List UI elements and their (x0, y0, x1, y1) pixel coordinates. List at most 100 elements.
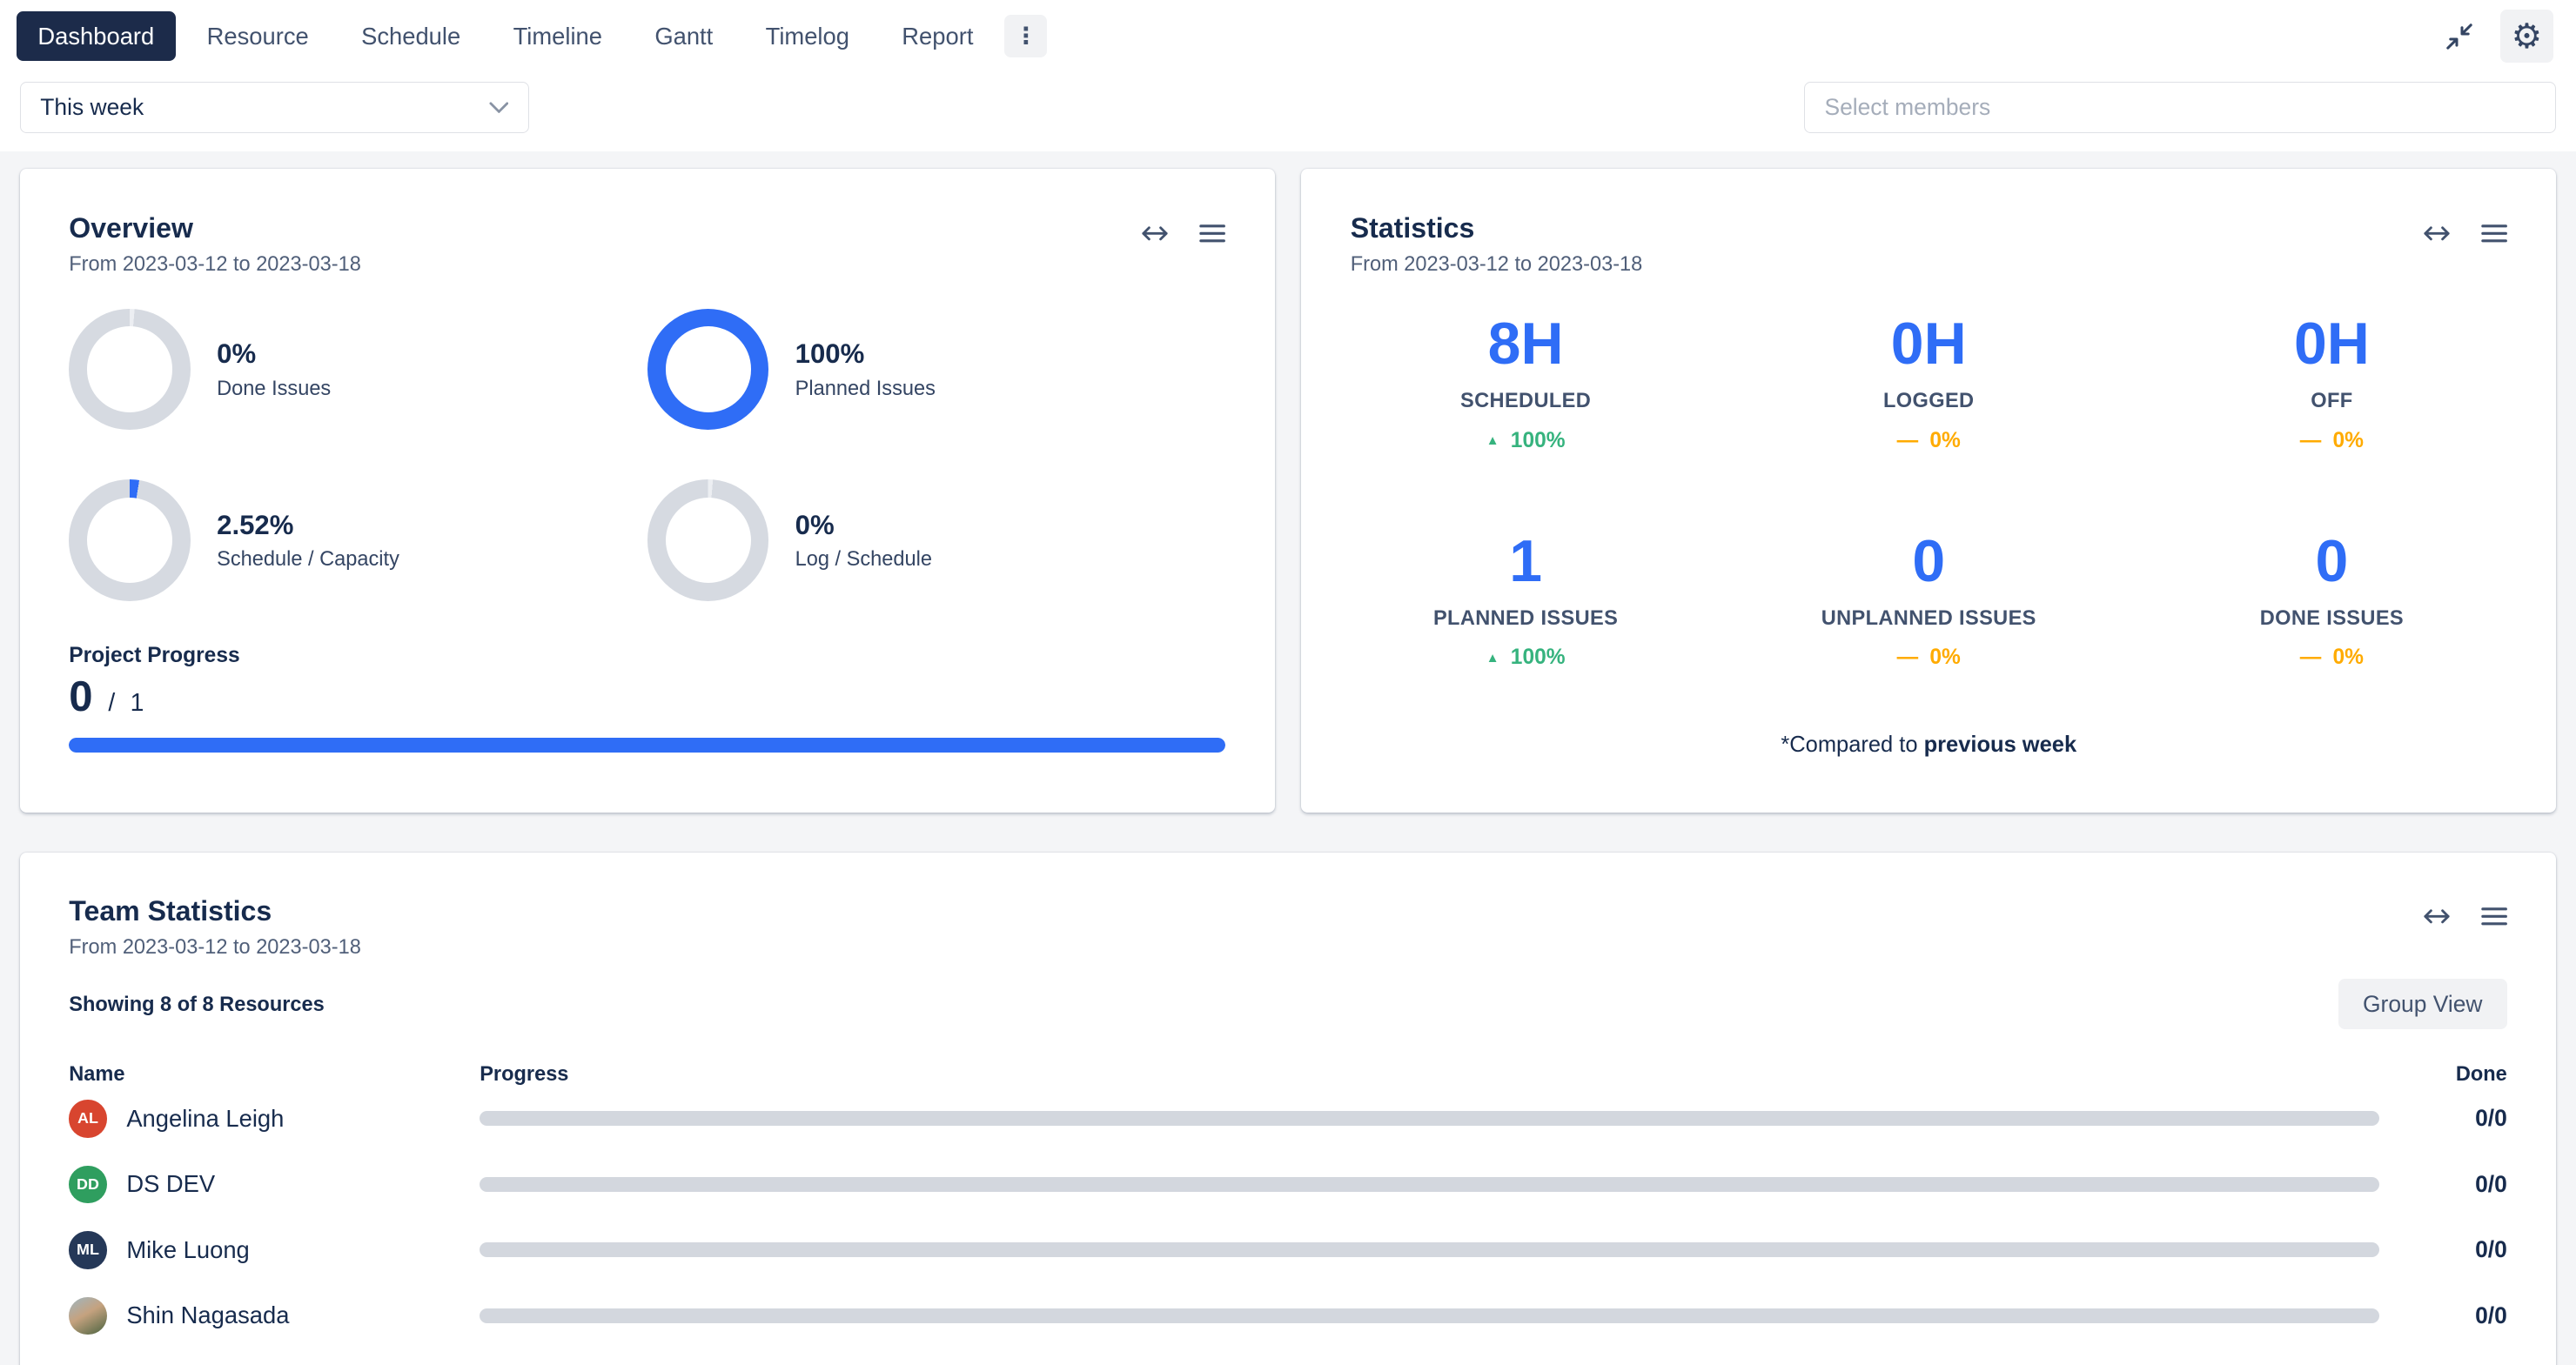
footnote-period: previous week (1924, 733, 2077, 757)
expand-horizontal-icon[interactable] (1140, 224, 1170, 244)
topbar-actions: ⚙ (2445, 10, 2553, 62)
project-progress-label: Project Progress (69, 644, 1225, 668)
member-done-count: 0/0 (2409, 1171, 2507, 1198)
member-name: Angelina Leigh (126, 1105, 284, 1133)
donut-value: 2.52% (217, 510, 399, 541)
tab-report[interactable]: Report (881, 11, 995, 61)
expand-horizontal-icon[interactable] (2422, 224, 2452, 244)
done-separator: / (2488, 1302, 2494, 1328)
group-view-button[interactable]: Group View (2338, 979, 2507, 1030)
tab-gantt[interactable]: Gantt (634, 11, 735, 61)
stat-delta: — 0% (2130, 646, 2533, 670)
member-name: DS DEV (126, 1170, 215, 1198)
stat-label: OFF (2130, 389, 2533, 412)
period-select-value: This week (40, 94, 144, 121)
donut-label: Done Issues (217, 377, 331, 400)
period-select[interactable]: This week (20, 82, 529, 133)
team-row: ML Mike Luong 0/0 (69, 1217, 2507, 1283)
stat-value: 1 (1325, 532, 1727, 592)
team-row: DD DS DEV 0/0 (69, 1152, 2507, 1218)
stat-delta-value: 0% (2333, 646, 2364, 670)
stat-delta: — 0% (1727, 429, 2130, 453)
stat-planned-issues: 1 PLANNED ISSUES ▲ 100% (1325, 532, 1727, 671)
team-toolbar: Showing 8 of 8 Resources Group View (69, 979, 2507, 1030)
done-separator: / (2488, 1105, 2494, 1131)
card-menu-icon[interactable] (2481, 907, 2507, 927)
member-progress-bar (480, 1177, 2378, 1192)
stat-delta-value: 0% (2333, 429, 2364, 453)
member-cell: Shin Nagasada (69, 1297, 480, 1335)
member-progress-cell (480, 1177, 2408, 1192)
progress-separator: / (108, 688, 122, 716)
card-menu-icon[interactable] (2481, 224, 2507, 244)
done-value: 0 (2475, 1105, 2488, 1131)
trend-flat-icon: — (1897, 647, 1919, 669)
stat-value: 8H (1325, 315, 1727, 374)
stat-value: 0H (1727, 315, 2130, 374)
footnote-prefix: *Compared to (1781, 733, 1923, 757)
overview-title: Overview (69, 212, 361, 244)
stat-delta-value: 100% (1511, 646, 1566, 670)
settings-gear-icon[interactable]: ⚙ (2500, 10, 2553, 62)
donut-label: Log / Schedule (795, 547, 932, 571)
total-value: 0 (2494, 1171, 2507, 1197)
member-progress-bar (480, 1242, 2378, 1257)
donut-schedule-capacity: 2.52% Schedule / Capacity (69, 479, 647, 601)
stat-logged: 0H LOGGED — 0% (1727, 315, 2130, 453)
stat-delta: — 0% (1727, 646, 2130, 670)
filter-row: This week (0, 72, 2576, 151)
tab-timeline[interactable]: Timeline (492, 11, 623, 61)
tab-dashboard[interactable]: Dashboard (17, 11, 176, 61)
stat-label: DONE ISSUES (2130, 606, 2533, 630)
stat-delta: ▲ 100% (1325, 646, 1727, 670)
tab-timelog[interactable]: Timelog (744, 11, 870, 61)
avatar: DD (69, 1166, 106, 1203)
avatar-photo (69, 1297, 106, 1335)
column-header-name: Name (69, 1062, 480, 1086)
member-progress-cell (480, 1308, 2408, 1323)
expand-horizontal-icon[interactable] (2422, 907, 2452, 927)
done-value: 0 (2475, 1236, 2488, 1262)
trend-flat-icon: — (2300, 647, 2322, 669)
tab-resource[interactable]: Resource (185, 11, 330, 61)
top-navigation-bar: Dashboard Resource Schedule Timeline Gan… (0, 0, 2576, 72)
dashboard-app: Dashboard Resource Schedule Timeline Gan… (0, 0, 2576, 1365)
member-cell: AL Angelina Leigh (69, 1100, 480, 1137)
stat-delta-value: 100% (1511, 429, 1566, 453)
overview-card-header: Overview From 2023-03-12 to 2023-03-18 (69, 212, 1225, 276)
total-value: 0 (2494, 1302, 2507, 1328)
stat-delta: — 0% (2130, 429, 2533, 453)
chevron-down-icon (489, 102, 509, 113)
collapse-icon[interactable] (2445, 22, 2474, 51)
nav-tabs: Dashboard Resource Schedule Timeline Gan… (17, 11, 1047, 61)
team-statistics-title: Team Statistics (69, 895, 361, 927)
donut-chart (647, 479, 769, 601)
avatar: AL (69, 1100, 106, 1137)
team-row: AL Angelina Leigh 0/0 (69, 1086, 2507, 1152)
stat-value: 0 (1727, 532, 2130, 592)
overview-card: Overview From 2023-03-12 to 2023-03-18 (20, 169, 1275, 813)
stat-value: 0 (2130, 532, 2533, 592)
trend-up-icon: ▲ (1486, 652, 1499, 665)
member-cell: ML Mike Luong (69, 1231, 480, 1268)
member-done-count: 0/0 (2409, 1302, 2507, 1329)
progress-done-count: 0 (69, 673, 92, 720)
tab-schedule[interactable]: Schedule (340, 11, 482, 61)
donut-value: 0% (795, 510, 932, 541)
card-menu-icon[interactable] (1199, 224, 1225, 244)
stat-unplanned-issues: 0 UNPLANNED ISSUES — 0% (1727, 532, 2130, 671)
member-name: Mike Luong (126, 1236, 249, 1264)
donut-value: 100% (795, 338, 936, 370)
stat-label: LOGGED (1727, 389, 2130, 412)
progress-total-count: 1 (131, 688, 144, 716)
done-value: 0 (2475, 1171, 2488, 1197)
comparison-footnote: *Compared to previous week (1351, 733, 2507, 758)
stat-done-issues: 0 DONE ISSUES — 0% (2130, 532, 2533, 671)
total-value: 0 (2494, 1236, 2507, 1262)
stat-label: SCHEDULED (1325, 389, 1727, 412)
member-progress-cell (480, 1111, 2408, 1126)
donut-label: Planned Issues (795, 377, 936, 400)
stat-label: PLANNED ISSUES (1325, 606, 1727, 630)
select-members-input[interactable] (1804, 82, 2557, 133)
more-tabs-icon[interactable]: ⋮ (1004, 15, 1047, 57)
